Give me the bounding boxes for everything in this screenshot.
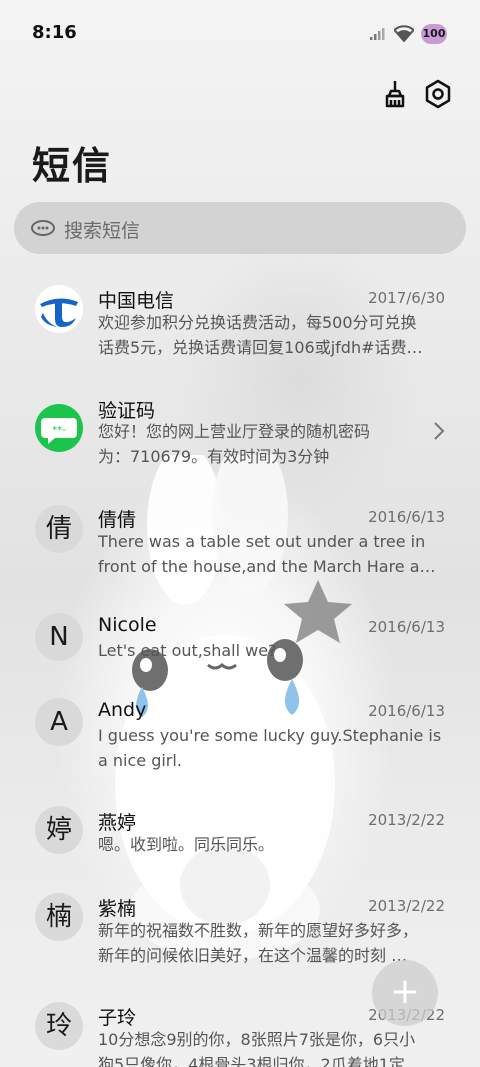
preview-line: There was a table set out under a tree i… [98,532,426,551]
avatar: 婷 [35,806,83,854]
contact-name: 中国电信 [98,290,175,312]
preview-line: 10分想念9别的你，8张照片7张是你，6只小 [98,1030,416,1049]
message-item[interactable]: **- 验证码 您好！您的网上营业厅登录的随机密码 为：710679。有效时间为… [0,395,480,495]
contact-name: 子玲 [98,1007,137,1029]
message-date: 2016/6/13 [368,508,445,526]
message-preview: 您好！您的网上营业厅登录的随机密码 为：710679。有效时间为3分钟 [98,419,408,469]
chevron-right-icon[interactable] [432,421,446,441]
preview-line: 欢迎参加积分兑换话费活动，每500分可兑换 [98,313,417,332]
message-date: 2016/6/13 [368,618,445,636]
preview-line: 狗5只像你，4根骨头3根归你，2爪着地1定 [98,1055,405,1067]
status-bar: 8:16 100 [0,0,480,64]
message-preview: 欢迎参加积分兑换话费活动，每500分可兑换 话费5元，兑换话费请回复106或jf… [98,310,444,360]
contact-name: 燕婷 [98,812,137,834]
gear-icon[interactable] [422,78,454,110]
preview-line: 嗯。收到啦。同乐同乐。 [98,835,275,854]
preview-line: front of the house,and the March Hare an… [98,557,444,576]
message-date: 2017/6/30 [368,289,445,307]
preview-line: Let's eat out,shall we? [98,641,277,660]
telecom-logo-avatar [35,285,83,333]
preview-line: 新年的祝福数不胜数，新年的愿望好多好多， [98,921,419,940]
preview-line: 为：710679。有效时间为3分钟 [98,447,330,466]
message-preview: There was a table set out under a tree i… [98,529,444,579]
contact-name: Andy [98,699,147,721]
preview-line: I guess you're some lucky guy.Stephanie … [98,726,442,745]
wifi-icon [394,25,414,42]
contact-name: Nicole [98,614,157,636]
avatar: A [35,698,83,746]
broom-icon[interactable] [378,78,410,110]
battery-indicator: 100 [421,24,447,44]
contact-name: 紫楠 [98,898,137,920]
message-preview: Let's eat out,shall we? [98,638,444,663]
chat-bubble-icon: **- [41,418,77,444]
message-date: 2013/2/22 [368,811,445,829]
message-date: 2013/2/22 [368,897,445,915]
signal-icon [370,28,385,40]
search-bar[interactable]: 搜索短信 [14,202,466,254]
message-preview: 新年的祝福数不胜数，新年的愿望好多好多， 新年的问候依旧美好，在这个温馨的时刻 … [98,918,444,968]
message-preview: 嗯。收到啦。同乐同乐。 [98,832,444,857]
avatar: 楠 [35,893,83,941]
chat-bubble-avatar: **- [35,404,83,452]
avatar: N [35,613,83,661]
preview-line: 您好！您的网上营业厅登录的随机密码 [98,422,371,441]
avatar: 倩 [35,505,83,553]
preview-line: a nice girl. [98,751,182,770]
preview-line: 话费5元，兑换话费请回复106或jfdh#话费… [98,338,423,357]
telecom-logo-icon [36,286,82,332]
message-preview: 10分想念9别的你，8张照片7张是你，6只小 狗5只像你，4根骨头3根归你，2爪… [98,1027,444,1067]
avatar: 玲 [35,1002,83,1050]
status-time: 8:16 [32,22,77,43]
message-item[interactable]: 中国电信 2017/6/30 欢迎参加积分兑换话费活动，每500分可兑换 话费5… [0,285,480,385]
search-placeholder: 搜索短信 [64,220,141,242]
message-item[interactable]: 倩 倩倩 2016/6/13 There was a table set out… [0,505,480,605]
message-item[interactable]: A Andy 2016/6/13 I guess you're some luc… [0,698,480,798]
search-icon [31,220,55,236]
message-preview: I guess you're some lucky guy.Stephanie … [98,723,444,773]
contact-name: 倩倩 [98,509,137,531]
new-message-button[interactable]: + [372,960,438,1026]
message-item[interactable]: 婷 燕婷 2013/2/22 嗯。收到啦。同乐同乐。 [0,806,480,886]
chat-bubble-text: **- [52,425,66,436]
message-item[interactable]: N Nicole 2016/6/13 Let's eat out,shall w… [0,613,480,683]
page-title: 短信 [32,144,113,188]
message-date: 2016/6/13 [368,702,445,720]
